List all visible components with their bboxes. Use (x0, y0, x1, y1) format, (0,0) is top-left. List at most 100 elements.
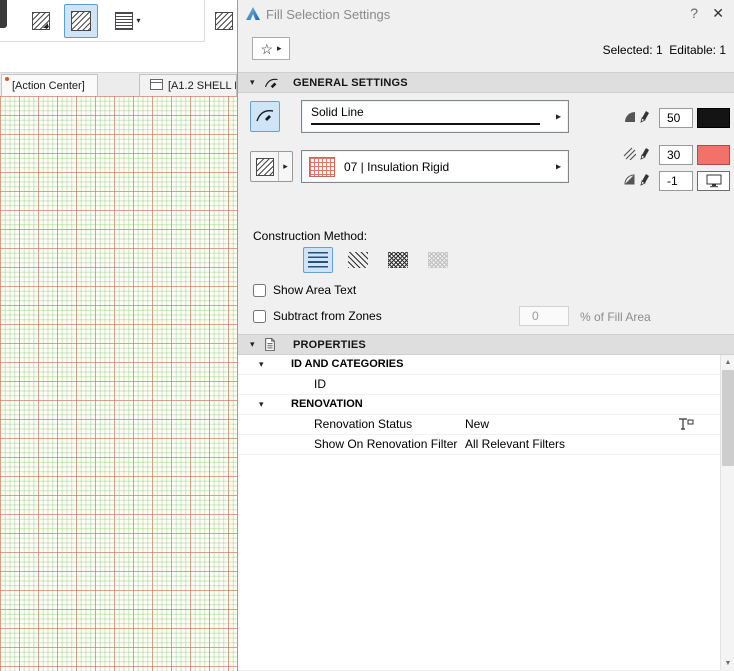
show-area-text-row: Show Area Text (253, 283, 356, 297)
dialog-titlebar: Fill Selection Settings ? ✕ (238, 0, 734, 28)
fill-tool-button-partial[interactable] (211, 6, 237, 36)
hatch-style-dropdown-button[interactable]: ▾ (108, 6, 148, 36)
app-logo-icon (245, 6, 261, 22)
insulation-pattern-thumbnail (309, 157, 335, 177)
subtract-from-zones-checkbox[interactable] (253, 309, 266, 323)
construction-method-horizontal-button[interactable] (303, 247, 333, 273)
hatch-lines-icon (623, 147, 636, 160)
scrollbar-thumb[interactable] (722, 370, 734, 466)
fill-pen-input[interactable] (659, 108, 693, 128)
monitor-icon (706, 174, 721, 188)
properties-panel: ▾ ID AND CATEGORIES ID ▾ RENOVATION Reno… (238, 355, 720, 670)
property-label: Renovation Status (314, 417, 413, 431)
property-label: ID (314, 377, 326, 391)
dropdown-corner-icon (43, 23, 48, 28)
cover-pen-icons (623, 173, 650, 186)
fill-shape-icon (625, 112, 635, 122)
tab-label: [A1.2 SHELL R (168, 79, 237, 92)
half-fill-icon (624, 174, 635, 185)
show-area-text-checkbox[interactable] (253, 283, 266, 297)
fill-pattern-dropdown[interactable]: 07 | Insulation Rigid ▸ (301, 150, 569, 183)
background-pen-color-swatch[interactable] (697, 145, 730, 165)
general-settings-section-header[interactable]: ▾ GENERAL SETTINGS (238, 72, 734, 93)
fill-pattern-icon (251, 152, 279, 181)
help-button[interactable]: ? (690, 5, 698, 21)
chevron-down-icon: ▾ (136, 16, 141, 25)
light-crosshatch-icon (428, 252, 448, 268)
chevron-right-icon: ▸ (555, 161, 561, 172)
construction-method-label: Construction Method: (253, 229, 368, 243)
dialog-title: Fill Selection Settings (266, 7, 391, 22)
chevron-right-icon: ▸ (283, 161, 288, 171)
fill-area-percent-input[interactable] (519, 306, 569, 326)
background-pen-input[interactable] (659, 145, 693, 165)
property-value[interactable]: All Relevant Filters (465, 435, 565, 454)
group-label: RENOVATION (291, 398, 363, 410)
fill-pen-icons (623, 110, 650, 123)
construction-method-disabled-button[interactable] (423, 247, 453, 273)
property-group-row[interactable]: ▾ RENOVATION (238, 395, 720, 415)
collapse-triangle-icon: ▾ (250, 339, 255, 349)
document-icon (264, 337, 280, 352)
scroll-down-icon[interactable]: ▼ (721, 656, 734, 670)
window-icon (150, 78, 163, 93)
property-group-row[interactable]: ▾ ID AND CATEGORIES (238, 355, 720, 375)
cover-pen-input[interactable] (659, 171, 693, 191)
collapse-triangle-icon[interactable]: ▾ (259, 355, 264, 374)
fill-pen-row (238, 108, 734, 128)
fill-area-percent-label: % of Fill Area (580, 310, 651, 324)
favorites-button[interactable]: ☆ ▸ (252, 37, 290, 60)
pen-icon (640, 148, 649, 160)
scroll-up-icon[interactable]: ▲ (721, 355, 734, 369)
fill-pen-color-swatch[interactable] (697, 108, 730, 128)
diagonal-hatch-icon (71, 11, 91, 31)
subtract-from-zones-row: Subtract from Zones (253, 309, 382, 323)
property-row-id[interactable]: ID (238, 375, 720, 395)
property-row-renovation-status[interactable]: Renovation Status New (238, 415, 720, 435)
group-label: ID AND CATEGORIES (291, 358, 404, 370)
pen-icon (640, 111, 649, 123)
tab-label: [Action Center] (12, 79, 85, 92)
fill-tool-button-selected[interactable] (64, 4, 98, 38)
tab-a12-shell[interactable]: [A1.2 SHELL R (139, 74, 237, 97)
construction-method-diagonal-button[interactable] (343, 247, 373, 273)
renovation-filter-icon[interactable] (676, 417, 694, 437)
diagonal-hatch-icon (215, 12, 233, 30)
vertical-hatch-icon (115, 12, 134, 30)
construction-method-crosshatch-button[interactable] (383, 247, 413, 273)
collapse-triangle-icon: ▾ (250, 77, 255, 87)
tab-bar: [Action Center] [A1.2 SHELL R (0, 72, 237, 97)
selection-status: Selected: 1 Editable: 1 (602, 43, 726, 57)
modified-indicator-dot (5, 77, 9, 81)
fill-selection-settings-dialog: Fill Selection Settings ? ✕ ☆ ▸ Selected… (237, 0, 734, 671)
screen: ▾ [Action Center] [A1.2 SHELL R Fill Sel… (0, 0, 734, 671)
close-icon[interactable]: ✕ (712, 5, 724, 22)
property-label: Show On Renovation Filter (314, 437, 458, 451)
diagonal-hatch-icon (255, 157, 274, 176)
fill-toolbar: ▾ (0, 0, 237, 42)
checkbox-label: Show Area Text (273, 283, 357, 297)
drawing-canvas[interactable] (0, 96, 237, 671)
vertical-scrollbar[interactable]: ▲ ▼ (720, 355, 734, 670)
section-title: PROPERTIES (293, 338, 366, 351)
horizontal-lines-icon (308, 252, 328, 268)
background-pen-icons (623, 147, 650, 160)
collapse-triangle-icon[interactable]: ▾ (259, 395, 264, 414)
properties-section-header[interactable]: ▾ PROPERTIES (238, 334, 734, 355)
fill-pattern-toggle-button[interactable]: ▸ (250, 151, 293, 182)
workspace: ▾ [Action Center] [A1.2 SHELL R (0, 0, 237, 671)
property-value[interactable]: New (465, 415, 489, 434)
section-title: GENERAL SETTINGS (293, 76, 408, 89)
tab-action-center[interactable]: [Action Center] (1, 74, 98, 97)
fill-settings-icon (264, 75, 280, 90)
property-row-renovation-filter[interactable]: Show On Renovation Filter All Relevant F… (238, 435, 720, 455)
star-icon: ☆ (260, 40, 274, 57)
diagonal-lines-icon (348, 252, 368, 268)
diagonal-hatch-icon (32, 12, 50, 30)
window-background-pen-button[interactable] (697, 171, 730, 191)
docked-panel-edge (0, 0, 7, 28)
chevron-right-icon: ▸ (277, 43, 282, 53)
checkbox-label: Subtract from Zones (273, 309, 382, 323)
crosshatch-icon (388, 252, 408, 268)
fill-tool-button[interactable] (26, 6, 56, 36)
